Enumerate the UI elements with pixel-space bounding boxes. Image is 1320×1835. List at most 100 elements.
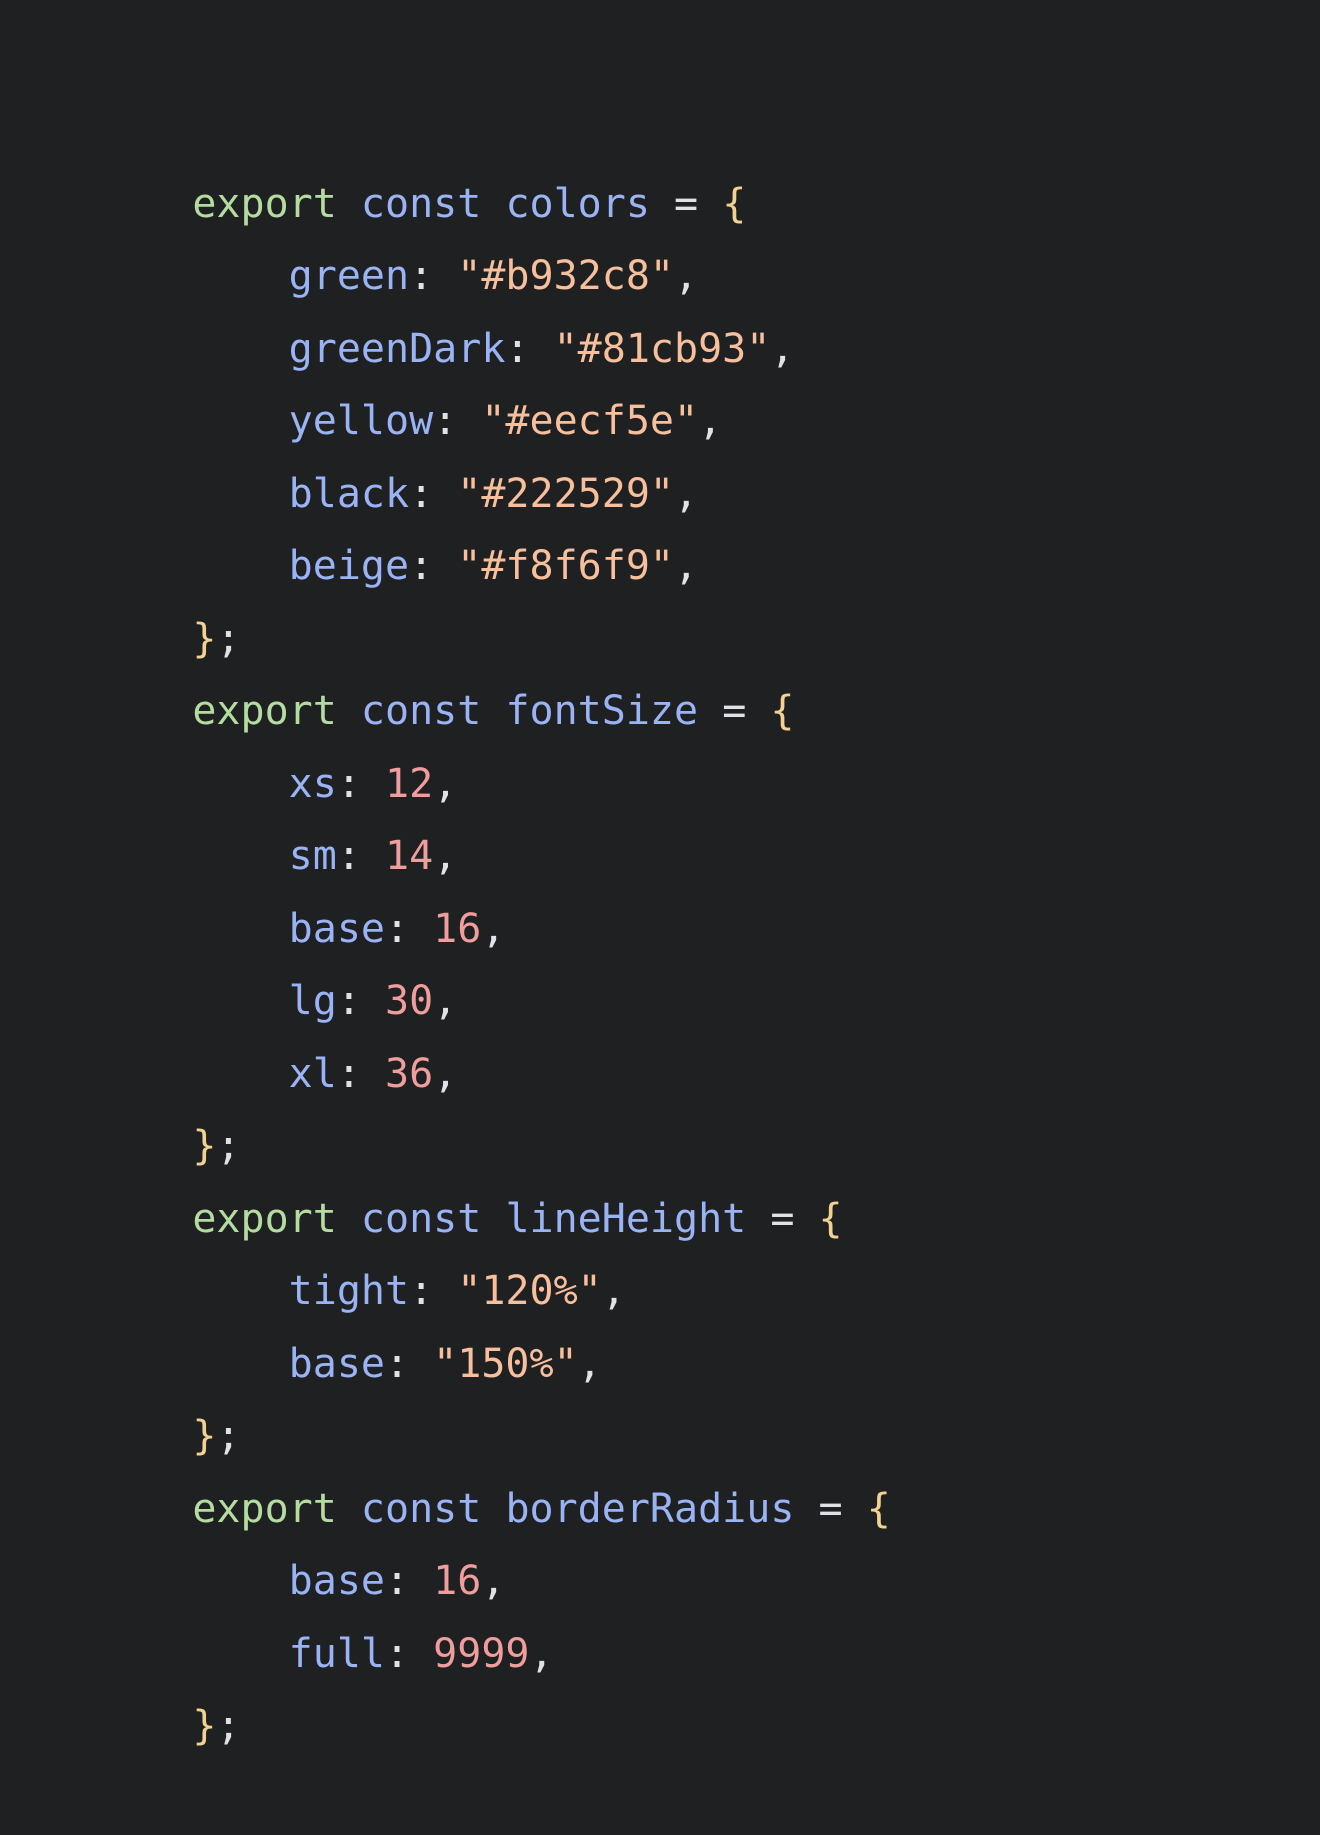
declaration-name-fontsize: fontSize: [505, 688, 699, 734]
property-key-black: black: [288, 470, 410, 517]
property-key-base: base: [288, 1340, 385, 1387]
code-line: export const borderRadius = {: [96, 1400, 1320, 1532]
semicolon: ;: [216, 1703, 241, 1749]
property-value-base: "150%": [433, 1340, 578, 1387]
property-key-xl: xl: [288, 1050, 337, 1097]
property-value-full: 9999: [433, 1630, 530, 1677]
brace-open: {: [818, 1195, 843, 1242]
property-value-green: "#b932c8": [457, 253, 675, 299]
equals-operator: =: [770, 1195, 795, 1242]
export-keyword: export: [192, 1485, 337, 1532]
comma: ,: [674, 253, 699, 299]
equals-operator: =: [818, 1485, 843, 1532]
colon: :: [409, 470, 434, 517]
comma: ,: [577, 1340, 602, 1387]
code-line: export const fontSize = {: [96, 603, 1320, 734]
brace-close: }: [192, 1703, 217, 1749]
comma: ,: [601, 1268, 626, 1314]
colon: :: [409, 543, 434, 589]
colon: :: [433, 398, 458, 444]
colon: :: [505, 325, 530, 372]
brace-open: {: [722, 180, 747, 227]
property-value-lg: 30: [385, 978, 434, 1024]
colon: :: [336, 833, 361, 879]
property-key-sm: sm: [288, 833, 337, 879]
const-keyword: const: [360, 180, 482, 227]
property-value-sm: 14: [385, 833, 434, 879]
comma: ,: [529, 1630, 554, 1677]
brace-open: {: [770, 688, 795, 734]
declaration-name-lineheight: lineHeight: [505, 1195, 747, 1242]
property-value-greendark: "#81cb93": [553, 325, 771, 372]
property-value-xl: 36: [385, 1050, 434, 1097]
code-line: export const lineHeight = {: [96, 1110, 1320, 1242]
declaration-name-colors: colors: [505, 180, 650, 227]
export-keyword: export: [192, 180, 337, 227]
colon: :: [409, 1268, 434, 1314]
property-key-yellow: yellow: [288, 398, 434, 444]
property-value-base: 16: [433, 905, 482, 952]
property-key-lg: lg: [288, 978, 337, 1024]
comma: ,: [481, 905, 506, 952]
semicolon: ;: [216, 1123, 241, 1169]
property-value-xs: 12: [385, 760, 434, 807]
property-key-tight: tight: [288, 1268, 410, 1314]
comma: ,: [433, 978, 458, 1024]
comma: ,: [770, 325, 795, 372]
code-editor-surface: export const colors = { green: "#b932c8"…: [0, 0, 1320, 1800]
property-value-base: 16: [433, 1558, 482, 1604]
property-value-beige: "#f8f6f9": [457, 543, 675, 589]
property-key-xs: xs: [288, 760, 337, 807]
comma: ,: [698, 398, 723, 444]
property-key-base: base: [288, 905, 385, 952]
comma: ,: [674, 470, 699, 517]
property-key-greendark: greenDark: [288, 325, 506, 372]
const-keyword: const: [360, 688, 482, 734]
property-value-tight: "120%": [457, 1268, 602, 1314]
property-key-full: full: [288, 1630, 385, 1677]
property-value-yellow: "#eecf5e": [481, 398, 699, 444]
colon: :: [384, 1630, 410, 1677]
colon: :: [336, 760, 361, 807]
code-line: export const colors = {: [96, 95, 1320, 227]
semicolon: ;: [216, 615, 241, 662]
property-key-base: base: [288, 1558, 385, 1604]
semicolon: ;: [216, 1413, 241, 1459]
brace-close: }: [192, 1123, 217, 1169]
property-key-beige: beige: [288, 543, 410, 589]
brace-close: }: [192, 1413, 217, 1459]
brace-close: }: [192, 615, 217, 662]
